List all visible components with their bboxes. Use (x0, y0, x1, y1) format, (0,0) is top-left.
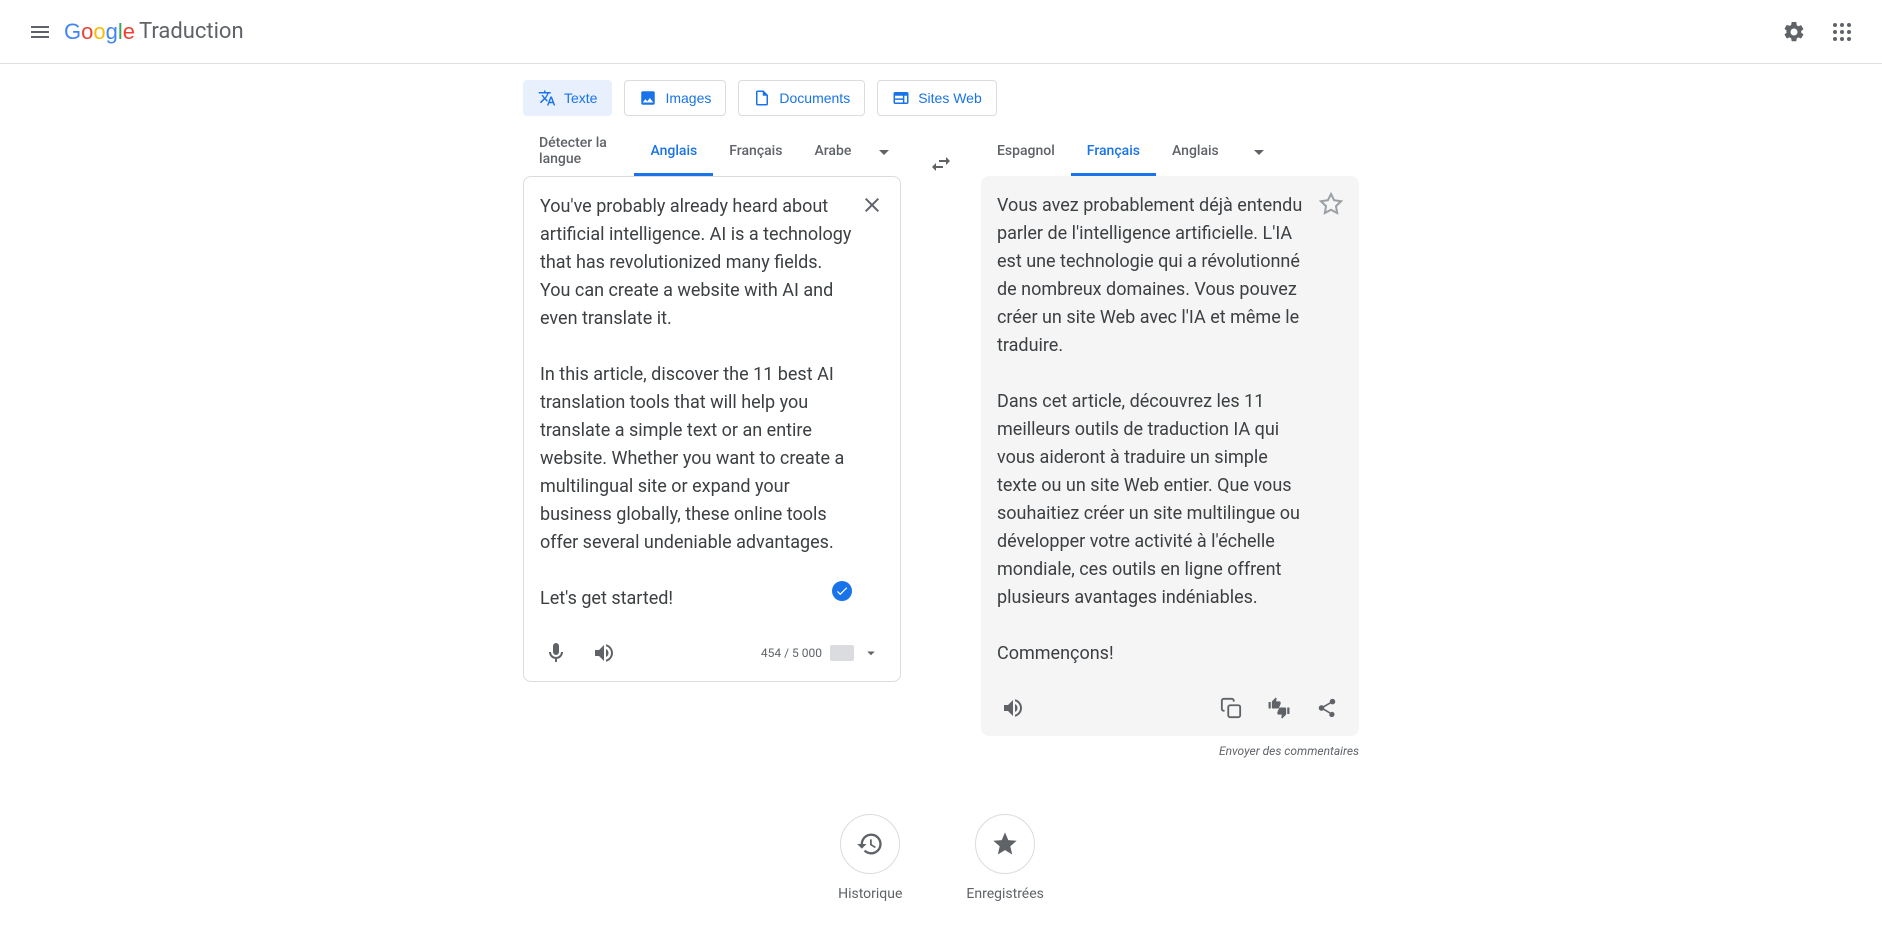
target-language-bar: Espagnol Français Anglais (981, 128, 1359, 176)
voice-input-button[interactable] (536, 633, 576, 673)
keyboard-icon[interactable] (830, 645, 854, 661)
verified-badge (832, 581, 852, 601)
mode-text-label: Texte (564, 90, 597, 106)
listen-target-button[interactable] (993, 688, 1033, 728)
target-panel: Vous avez probablement déjà entendu parl… (981, 176, 1359, 736)
image-icon (639, 89, 657, 107)
mode-images-label: Images (665, 90, 711, 106)
target-text-output: Vous avez probablement déjà entendu parl… (981, 176, 1359, 684)
share-icon (1316, 697, 1338, 719)
web-icon (892, 89, 910, 107)
source-text-input[interactable]: You've probably already heard about arti… (524, 177, 900, 629)
character-count: 454 / 5 000 (761, 644, 888, 662)
source-panel: You've probably already heard about arti… (523, 176, 901, 682)
mode-websites-label: Sites Web (918, 90, 982, 106)
mode-images[interactable]: Images (624, 80, 726, 116)
speaker-icon (592, 641, 616, 665)
speaker-icon (1001, 696, 1025, 720)
history-label: Historique (838, 886, 902, 902)
history-button[interactable]: Historique (838, 814, 902, 902)
target-toolbar (981, 684, 1359, 736)
source-toolbar: 454 / 5 000 (524, 629, 900, 681)
send-feedback-link[interactable]: Envoyer des commentaires (273, 736, 1359, 766)
share-translation-button[interactable] (1307, 688, 1347, 728)
document-icon (753, 89, 771, 107)
lang-french-tgt[interactable]: Français (1071, 128, 1156, 176)
lang-french-src[interactable]: Français (713, 128, 798, 176)
app-header: Google Traduction (0, 0, 1882, 64)
lang-arabic[interactable]: Arabe (798, 128, 867, 176)
mode-documents-label: Documents (779, 90, 850, 106)
listen-source-button[interactable] (584, 633, 624, 673)
more-source-languages[interactable] (867, 128, 901, 176)
mode-websites[interactable]: Sites Web (877, 80, 997, 116)
apps-button[interactable] (1818, 8, 1866, 56)
app-logo[interactable]: Google Traduction (64, 19, 244, 45)
microphone-icon (544, 641, 568, 665)
product-name: Traduction (139, 19, 244, 44)
star-icon (1319, 192, 1343, 216)
chevron-down-icon[interactable] (862, 644, 880, 662)
settings-button[interactable] (1770, 8, 1818, 56)
close-icon (860, 193, 884, 217)
lang-english-tgt[interactable]: Anglais (1156, 128, 1235, 176)
swap-icon (929, 152, 953, 176)
main-menu-button[interactable] (16, 8, 64, 56)
history-icon (856, 830, 884, 858)
lang-detect[interactable]: Détecter la langue (523, 128, 634, 176)
star-filled-icon (991, 830, 1019, 858)
source-language-bar: Détecter la langue Anglais Français Arab… (523, 128, 901, 176)
translate-icon (538, 89, 556, 107)
mode-documents[interactable]: Documents (738, 80, 865, 116)
lang-english[interactable]: Anglais (634, 128, 713, 176)
rate-translation-button[interactable] (1259, 688, 1299, 728)
chevron-down-icon (1247, 140, 1271, 164)
chevron-down-icon (872, 140, 896, 164)
saved-button[interactable]: Enregistrées (966, 814, 1044, 902)
save-translation-button[interactable] (1313, 186, 1349, 222)
copy-translation-button[interactable] (1211, 688, 1251, 728)
thumbs-icon (1268, 697, 1290, 719)
mode-tabs: Texte Images Documents Sites Web (523, 64, 1609, 128)
lang-spanish[interactable]: Espagnol (981, 128, 1071, 176)
check-icon (835, 584, 849, 598)
mode-text[interactable]: Texte (523, 80, 612, 116)
saved-label: Enregistrées (966, 886, 1044, 902)
more-target-languages[interactable] (1235, 128, 1283, 176)
clear-source-button[interactable] (854, 187, 890, 223)
swap-languages-button[interactable] (917, 140, 965, 188)
copy-icon (1220, 697, 1242, 719)
